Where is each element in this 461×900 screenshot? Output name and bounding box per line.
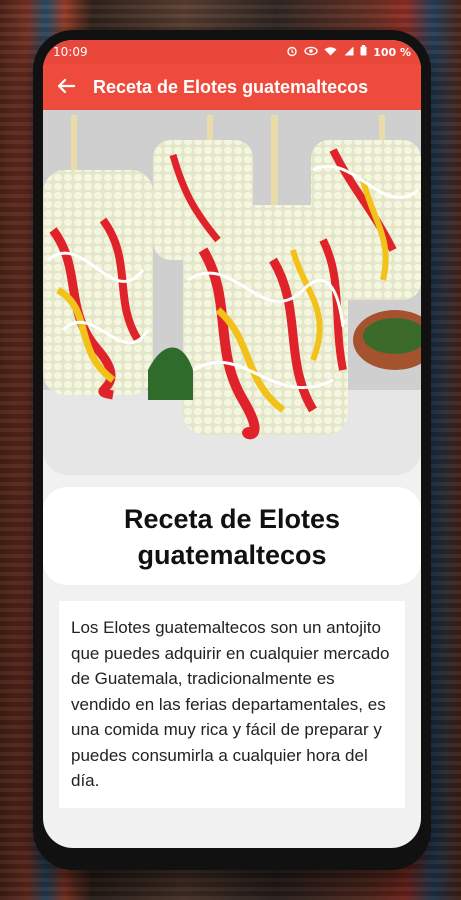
battery-icon [360,45,367,59]
wifi-icon [324,46,337,59]
arrow-back-icon[interactable] [57,75,93,100]
elotes-photo [43,110,421,475]
recipe-description: Los Elotes guatemaltecos son un antojito… [71,618,390,790]
recipe-hero-image [43,110,421,475]
signal-icon [343,46,354,59]
eye-icon [304,46,318,59]
app-screen: 10:09 100 % Receta de Elotes guatemaltec… [43,40,421,848]
alarm-icon [286,45,298,60]
recipe-description-card: Los Elotes guatemaltecos son un antojito… [59,601,405,808]
app-bar-title: Receta de Elotes guatemaltecos [93,76,369,97]
battery-level: 100 % [373,45,411,59]
app-bar: Receta de Elotes guatemaltecos [43,64,421,110]
status-bar: 10:09 100 % [43,40,421,64]
recipe-title: Receta de Elotes guatemaltecos [123,504,341,570]
status-icons: 100 % [286,45,411,60]
phone-frame: 10:09 100 % Receta de Elotes guatemaltec… [33,30,431,870]
status-time: 10:09 [53,45,88,59]
recipe-title-card: Receta de Elotes guatemaltecos [43,487,421,585]
